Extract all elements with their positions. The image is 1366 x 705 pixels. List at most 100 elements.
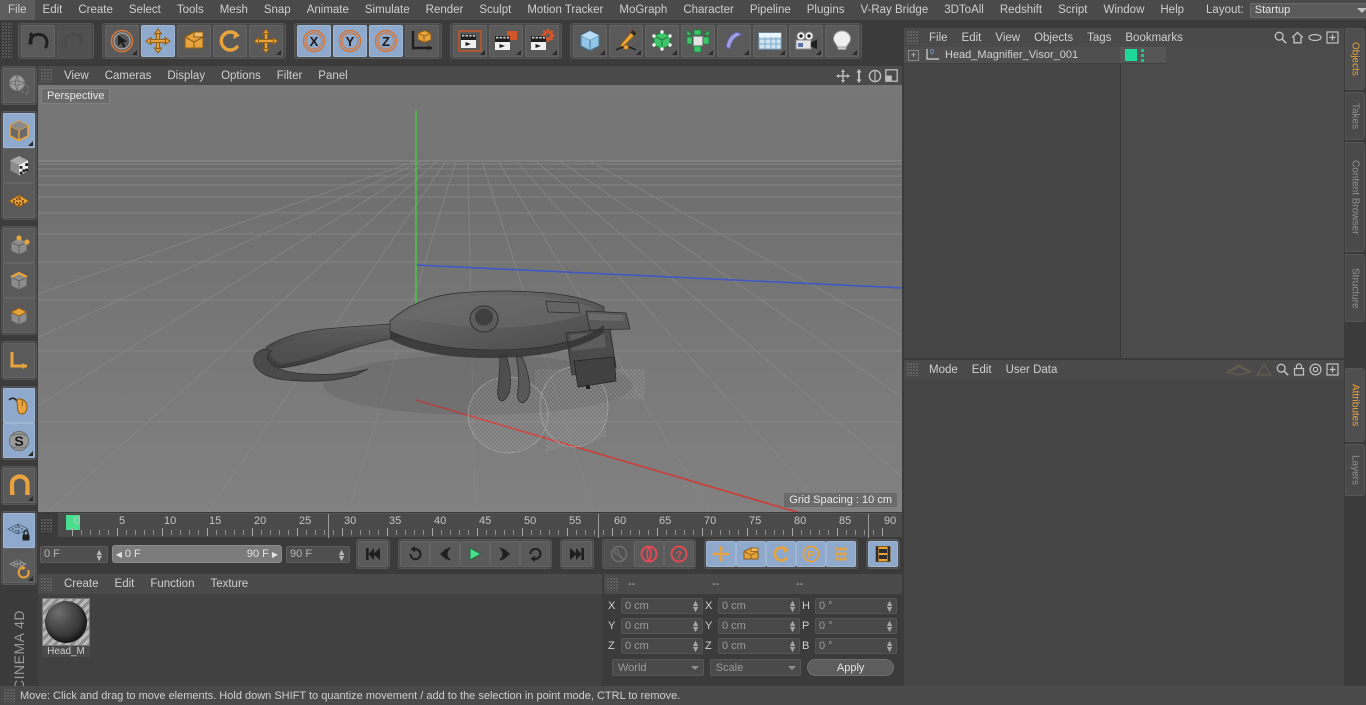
status-bar-grip[interactable]: [4, 689, 16, 702]
current-frame-field[interactable]: 0 F ▲ ▼: [40, 545, 108, 563]
add-tab-icon[interactable]: [1326, 363, 1339, 376]
generator-button[interactable]: [645, 25, 679, 57]
menu-item-window[interactable]: Window: [1095, 0, 1152, 20]
play-backwards-button[interactable]: [400, 541, 430, 567]
goto-start-button[interactable]: [358, 541, 388, 567]
viewport-menu-view[interactable]: View: [56, 70, 97, 82]
autokeying-button[interactable]: [634, 541, 664, 567]
range-left-arrow-icon[interactable]: ◀: [116, 550, 122, 559]
coord-pos-field-y[interactable]: 0 cm ▲ ▼: [621, 618, 703, 634]
primitive-cube-button[interactable]: [573, 25, 607, 57]
texture-axis-button[interactable]: [3, 68, 35, 103]
axis-move-button[interactable]: [3, 343, 35, 378]
viewport-grip[interactable]: [41, 69, 53, 82]
menu-item-create[interactable]: Create: [70, 0, 121, 20]
attribute-menu-edit[interactable]: Edit: [965, 364, 999, 376]
search-icon[interactable]: [1276, 363, 1289, 376]
menu-item-script[interactable]: Script: [1050, 0, 1095, 20]
tab-structure[interactable]: Structure: [1345, 254, 1365, 322]
toolbar-grip[interactable]: [2, 23, 12, 59]
viewport-menu-filter[interactable]: Filter: [269, 70, 311, 82]
coord-rot-field-h[interactable]: 0 ° ▲ ▼: [815, 598, 897, 614]
viewport-canvas[interactable]: Y Z X Perspective Grid Spacing : 10 cm: [38, 85, 902, 512]
deformer-button[interactable]: [717, 25, 751, 57]
spinner-icon[interactable]: ▲ ▼: [788, 639, 797, 654]
spinner-icon[interactable]: ▲ ▼: [885, 639, 894, 654]
lock-icon[interactable]: [1293, 363, 1305, 376]
menu-item-snap[interactable]: Snap: [256, 0, 299, 20]
point-mode-button[interactable]: [3, 228, 35, 263]
coord-size-field-y[interactable]: 0 cm ▲ ▼: [718, 618, 800, 634]
render-settings-button[interactable]: [525, 25, 559, 57]
spinner-icon[interactable]: ▲ ▼: [885, 619, 894, 634]
coord-rot-field-p[interactable]: 0 ° ▲ ▼: [815, 618, 897, 634]
tab-takes[interactable]: Takes: [1345, 92, 1365, 140]
spinner-icon[interactable]: ▲ ▼: [337, 547, 346, 562]
workplane-lock-button[interactable]: [3, 513, 35, 548]
maximize-view-icon[interactable]: [885, 69, 898, 82]
workplane-rotate-button[interactable]: [3, 548, 35, 583]
edge-mode-button[interactable]: [3, 263, 35, 298]
material-tag-icon[interactable]: [1125, 49, 1137, 61]
tab-content-browser[interactable]: Content Browser: [1345, 142, 1365, 252]
step-back-button[interactable]: [430, 541, 460, 567]
tab-objects[interactable]: Objects: [1345, 28, 1365, 90]
home-icon[interactable]: [1291, 31, 1304, 44]
timeline-view-button[interactable]: [868, 541, 898, 567]
coord-pos-field-z[interactable]: 0 cm ▲ ▼: [621, 638, 703, 654]
soft-selection-button[interactable]: S: [3, 423, 35, 458]
axis-preview-icon[interactable]: [1256, 363, 1272, 376]
menu-item-mograph[interactable]: MoGraph: [611, 0, 675, 20]
coord-pos-field-x[interactable]: 0 cm ▲ ▼: [621, 598, 703, 614]
record-param-button[interactable]: P: [796, 541, 826, 567]
zoom-view-icon[interactable]: [853, 68, 865, 83]
menu-item-help[interactable]: Help: [1152, 0, 1192, 20]
object-menu-tags[interactable]: Tags: [1080, 32, 1118, 44]
spinner-icon[interactable]: ▲ ▼: [885, 599, 894, 614]
layout-select[interactable]: Startup: [1249, 2, 1366, 18]
material-list[interactable]: Head_M: [38, 594, 602, 686]
coordinate-system-button[interactable]: [405, 25, 439, 57]
ellipse-icon[interactable]: [1308, 32, 1322, 43]
scene-environment-button[interactable]: [753, 25, 787, 57]
timeline-ruler[interactable]: 0 5 10 15 20 25 30 35 40 45 50 55 60 65 70 75 80 85 90: [58, 513, 902, 538]
attribute-menu-user-data[interactable]: User Data: [999, 364, 1065, 376]
play-forward-button[interactable]: [460, 541, 490, 567]
render-view-button[interactable]: [453, 25, 487, 57]
step-forward-button[interactable]: [490, 541, 520, 567]
range-right-arrow-icon[interactable]: ▶: [272, 550, 278, 559]
apply-button[interactable]: Apply: [807, 659, 894, 676]
viewport-menu-options[interactable]: Options: [213, 70, 269, 82]
tab-layers[interactable]: Layers: [1345, 444, 1365, 496]
attribute-content[interactable]: [904, 379, 1344, 686]
menu-item-select[interactable]: Select: [121, 0, 169, 20]
transform-mode-dropdown[interactable]: Scale: [709, 659, 802, 676]
menu-item-motion-tracker[interactable]: Motion Tracker: [519, 0, 611, 20]
material-item[interactable]: Head_M: [42, 598, 90, 657]
object-menu-objects[interactable]: Objects: [1027, 32, 1080, 44]
record-pla-button[interactable]: [826, 541, 856, 567]
menu-item-simulate[interactable]: Simulate: [357, 0, 418, 20]
material-grip[interactable]: [41, 577, 53, 591]
menu-item-3dtoall[interactable]: 3DToAll: [936, 0, 992, 20]
menu-item-redshift[interactable]: Redshift: [992, 0, 1050, 20]
mograph-cloner-button[interactable]: [681, 25, 715, 57]
live-selection-button[interactable]: [105, 25, 139, 57]
goto-end-button[interactable]: [562, 541, 592, 567]
viewport-menu-panel[interactable]: Panel: [310, 70, 355, 82]
menu-item-mesh[interactable]: Mesh: [212, 0, 256, 20]
object-menu-file[interactable]: File: [922, 32, 955, 44]
add-layer-icon[interactable]: [1326, 31, 1339, 44]
spinner-icon[interactable]: ▲ ▼: [691, 599, 700, 614]
snap-magnet-button[interactable]: [3, 468, 35, 503]
move-axis-button[interactable]: [249, 25, 283, 57]
axis-lock-x-button[interactable]: X: [297, 25, 331, 57]
polygon-mesh-button[interactable]: [3, 183, 35, 218]
mesh-preview-icon[interactable]: [1226, 363, 1252, 376]
object-tree[interactable]: + 0 Head_Magnifier_Visor_001: [904, 47, 1344, 358]
spinner-icon[interactable]: ▲ ▼: [788, 599, 797, 614]
undo-button[interactable]: [21, 25, 55, 57]
menu-item-animate[interactable]: Animate: [299, 0, 357, 20]
target-icon[interactable]: [1309, 363, 1322, 376]
record-position-button[interactable]: [706, 541, 736, 567]
